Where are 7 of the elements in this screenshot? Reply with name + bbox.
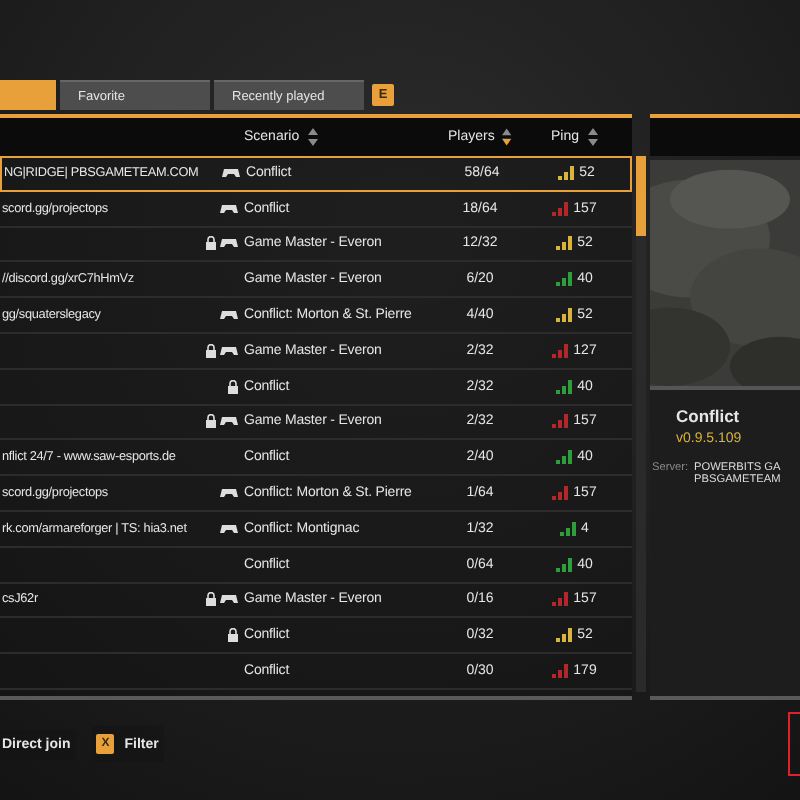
frame-outline — [788, 712, 800, 776]
sort-icon[interactable] — [502, 128, 512, 146]
details-title: Conflict — [676, 406, 742, 426]
scrollbar[interactable] — [636, 156, 646, 692]
sort-icon[interactable] — [587, 128, 597, 146]
scrollbar-thumb[interactable] — [636, 156, 646, 236]
sort-icon[interactable] — [307, 128, 318, 146]
